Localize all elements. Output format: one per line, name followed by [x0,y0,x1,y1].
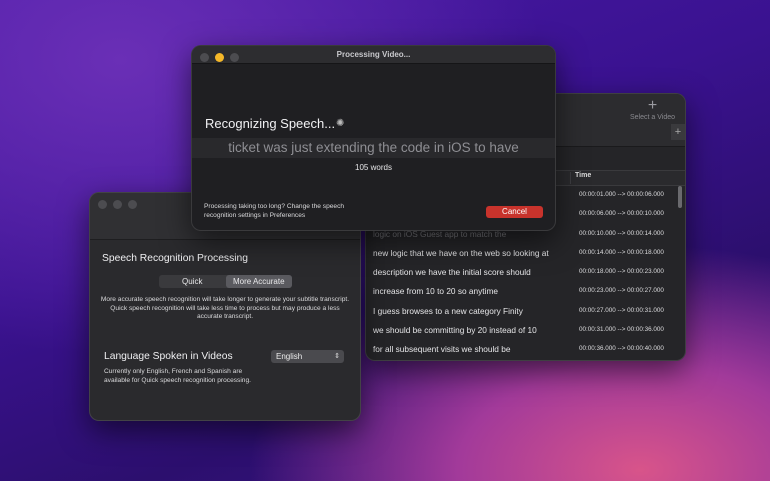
subtitle-time: 00:00:27.000 --> 00:00:31.000 [579,306,664,314]
subtitle-time: 00:00:10.000 --> 00:00:14.000 [579,229,664,237]
subtitle-text[interactable]: for all subsequent visits we should be [373,344,563,354]
processing-hint: Processing taking too long? Change the s… [204,203,345,219]
zoom-button[interactable] [230,53,239,62]
speech-description: More accurate speech recognition will ta… [100,296,350,320]
speech-section-title: Speech Recognition Processing [102,253,248,264]
processing-dialog: Processing Video... Recognizing Speech..… [191,45,556,231]
segment-more-accurate[interactable]: More Accurate [225,275,292,288]
cancel-button[interactable]: Cancel [486,206,543,218]
table-row[interactable]: increase from 10 to 20 so anytime 00:00:2… [366,281,685,300]
subtitle-time: 00:00:01.000 --> 00:00:06.000 [579,191,664,198]
minimize-button[interactable] [215,53,224,62]
live-transcript-text: ticket was just extending the code in iO… [192,138,555,158]
time-column-header[interactable]: Time [570,172,591,184]
word-count: 105 words [355,163,392,172]
select-video-button[interactable]: + Select a Video [629,97,675,122]
table-row[interactable]: we should be committing by 20 instead of… [366,320,685,339]
zoom-button[interactable] [128,200,137,209]
add-tab-button[interactable]: + [671,124,685,140]
scrollbar[interactable] [678,186,682,208]
segment-quick[interactable]: Quick [159,275,226,288]
language-description: Currently only English, French and Spani… [104,368,251,384]
subtitle-time: 00:00:31.000 --> 00:00:36.000 [579,326,664,334]
subtitle-text[interactable]: description we have the initial score sh… [373,267,563,277]
window-controls [200,53,239,62]
status-text: Recognizing Speech... [205,116,336,131]
language-select-value: English [276,352,303,361]
dialog-title: Processing Video... [192,46,555,64]
table-row[interactable]: new logic that we have on the web so loo… [366,243,685,262]
minimize-button[interactable] [113,200,122,209]
language-select[interactable]: English ⇕ [271,350,344,363]
plus-icon: + [647,97,658,114]
subtitle-text[interactable]: increase from 10 to 20 so anytime [373,286,563,296]
select-video-label: Select a Video [629,114,675,121]
table-row[interactable]: for all subsequent visits we should be 00… [366,339,685,358]
subtitle-text[interactable]: new logic that we have on the web so loo… [373,248,563,258]
chevron-updown-icon: ⇕ [334,353,340,360]
subtitle-time: 00:00:14.000 --> 00:00:18.000 [579,248,664,256]
spinner-icon: ✺ [336,118,345,129]
subtitle-time: 00:00:36.000 --> 00:00:40.000 [579,345,664,353]
subtitle-time: 00:00:18.000 --> 00:00:23.000 [579,268,664,276]
table-row[interactable]: description we have the initial score sh… [366,262,685,281]
subtitle-text[interactable]: we should be committing by 20 instead of… [373,325,563,335]
subtitle-time: 00:00:06.000 --> 00:00:10.000 [579,210,664,218]
subtitle-text[interactable]: I guess browses to a new category Finity [373,306,563,316]
close-button[interactable] [200,53,209,62]
close-button[interactable] [98,200,107,209]
subtitle-time: 00:00:23.000 --> 00:00:27.000 [579,287,664,295]
speech-mode-segmented-control: Quick More Accurate [159,275,292,288]
window-controls [98,200,137,209]
table-row[interactable]: I guess browses to a new category Finity… [366,301,685,320]
language-section-title: Language Spoken in Videos [104,351,233,362]
